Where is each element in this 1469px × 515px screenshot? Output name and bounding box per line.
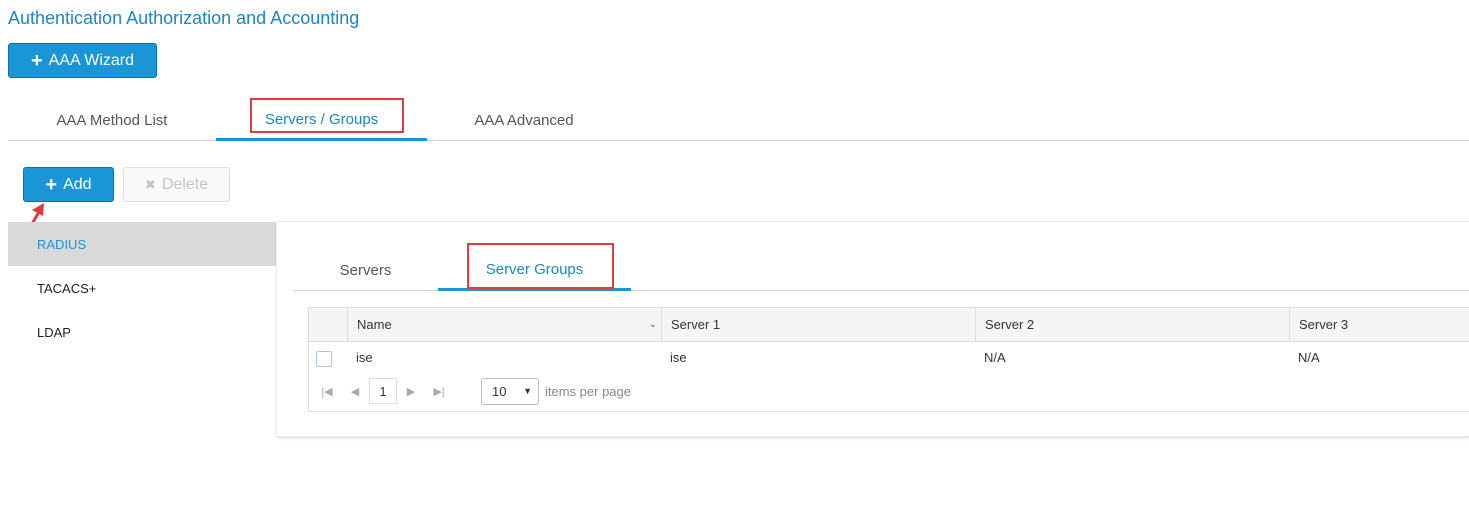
table-row[interactable]: ise ise N/A N/A [309, 342, 1469, 372]
column-header-name[interactable]: Name ⌄ [347, 308, 661, 341]
page-title: Authentication Authorization and Account… [8, 8, 360, 28]
column-header-name-label: Name [357, 317, 392, 332]
items-per-page-label: items per page [545, 383, 631, 399]
tab-servers-groups[interactable]: Servers / Groups [216, 100, 427, 141]
chevron-down-icon[interactable]: ⌄ [649, 319, 657, 330]
sidebar-item-tacacs[interactable]: TACACS+ [8, 266, 276, 310]
sidebar-item-ldap[interactable]: LDAP [8, 310, 276, 354]
column-header-server3[interactable]: Server 3 [1289, 308, 1469, 341]
table-header: Name ⌄ Server 1 Server 2 Server 3 [309, 308, 1469, 342]
column-header-server2[interactable]: Server 2 [975, 308, 1289, 341]
sidebar-item-radius[interactable]: RADIUS [8, 222, 276, 266]
page-size-select[interactable]: 10 ▼ [481, 377, 539, 405]
tab-server-groups[interactable]: Server Groups [438, 250, 631, 291]
top-tab-bar: AAA Method List Servers / Groups AAA Adv… [8, 100, 1469, 141]
server-groups-panel: Servers Server Groups Name ⌄ Server 1 Se… [276, 221, 1469, 438]
row-checkbox-cell [309, 342, 347, 372]
aaa-wizard-label: AAA Wizard [48, 51, 135, 69]
row-checkbox[interactable] [316, 351, 332, 367]
prev-page-icon[interactable]: ◀ [341, 385, 369, 398]
pager: |◀ ◀ 1 ▶ ▶| 10 ▼ items per page [309, 376, 1469, 406]
server-type-sidebar: RADIUS TACACS+ LDAP [8, 222, 276, 372]
cell-server1: ise [670, 349, 687, 365]
tab-aaa-method-list[interactable]: AAA Method List [8, 100, 216, 141]
select-all-cell [309, 308, 347, 341]
cell-name: ise [356, 349, 373, 365]
cell-server3: N/A [1298, 349, 1320, 365]
first-page-icon[interactable]: |◀ [313, 385, 341, 398]
caret-down-icon: ▼ [523, 386, 532, 396]
inner-tab-bar: Servers Server Groups [293, 250, 1469, 291]
plus-icon: + [45, 173, 58, 196]
tab-servers[interactable]: Servers [293, 250, 438, 291]
cell-server2: N/A [984, 349, 1006, 365]
add-button-label: Add [63, 175, 92, 193]
aaa-wizard-button[interactable]: + AAA Wizard [8, 43, 157, 78]
tab-aaa-advanced[interactable]: AAA Advanced [427, 100, 621, 141]
plus-icon: + [30, 49, 43, 72]
add-button[interactable]: + Add [23, 167, 114, 202]
delete-button-label: Delete [161, 175, 209, 193]
delete-button[interactable]: ✖ Delete [123, 167, 230, 202]
next-page-icon[interactable]: ▶ [397, 385, 425, 398]
page-size-value: 10 [492, 383, 507, 399]
column-header-server1[interactable]: Server 1 [661, 308, 975, 341]
close-icon: ✖ [144, 176, 156, 192]
last-page-icon[interactable]: ▶| [425, 385, 453, 398]
current-page-number[interactable]: 1 [369, 378, 397, 404]
server-groups-table: Name ⌄ Server 1 Server 2 Server 3 ise is… [308, 307, 1469, 412]
